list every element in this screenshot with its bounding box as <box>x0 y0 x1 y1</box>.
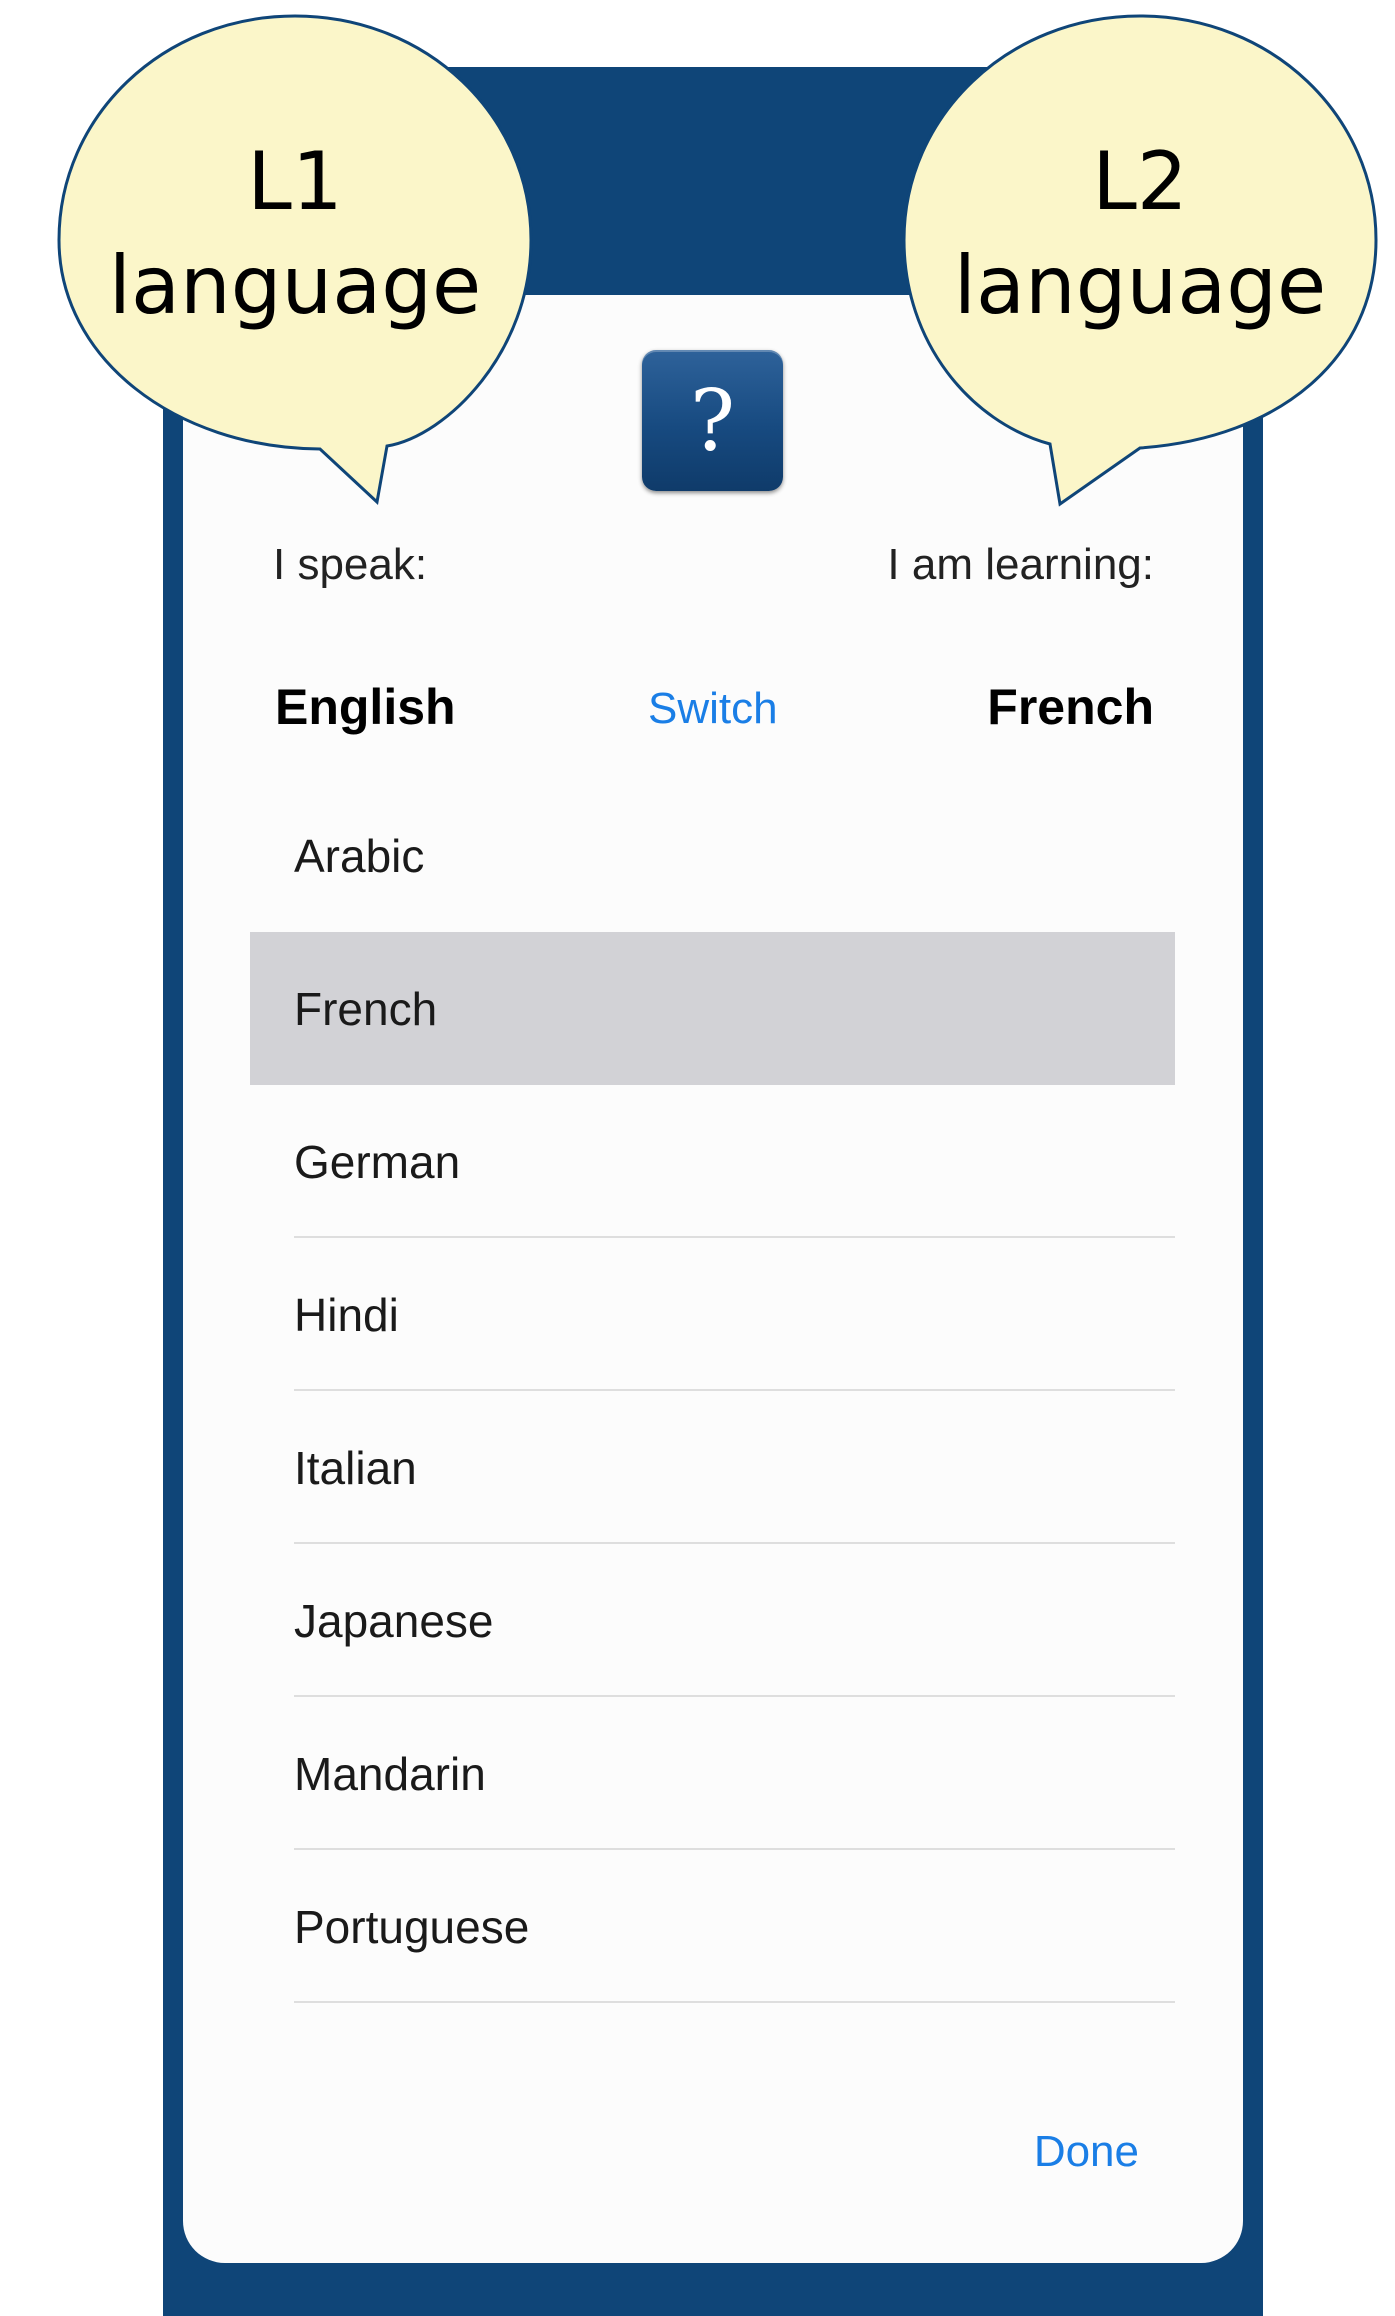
l2-language-value[interactable]: French <box>987 678 1154 736</box>
list-item-arabic[interactable]: Arabic <box>250 779 1175 932</box>
i-speak-label: I speak: <box>273 540 428 589</box>
help-button[interactable]: ? <box>642 350 783 491</box>
l2-callout-subtitle: language <box>953 239 1327 332</box>
question-mark-icon: ? <box>689 371 736 470</box>
i-am-learning-label: I am learning: <box>887 540 1154 589</box>
list-item-italian[interactable]: Italian <box>250 1391 1175 1544</box>
l1-callout-title: L1 <box>247 135 343 228</box>
l1-language-value[interactable]: English <box>275 678 456 736</box>
list-item-hindi[interactable]: Hindi <box>250 1238 1175 1391</box>
l1-callout-subtitle: language <box>108 239 482 332</box>
language-list[interactable]: Arabic French German Hindi Italian Japan… <box>250 779 1175 2003</box>
list-item-german[interactable]: German <box>250 1085 1175 1238</box>
done-button[interactable]: Done <box>1034 2127 1139 2177</box>
language-picker-sheet: ? I speak: I am learning: English Switch… <box>183 295 1243 2263</box>
l2-callout-title: L2 <box>1092 135 1188 228</box>
l2-callout: L2 language <box>900 12 1380 507</box>
switch-button[interactable]: Switch <box>648 684 778 734</box>
l1-callout: L1 language <box>55 12 535 505</box>
list-item-japanese[interactable]: Japanese <box>250 1544 1175 1697</box>
list-item-portuguese[interactable]: Portuguese <box>250 1850 1175 2003</box>
list-item-french[interactable]: French <box>250 932 1175 1085</box>
list-item-mandarin[interactable]: Mandarin <box>250 1697 1175 1850</box>
